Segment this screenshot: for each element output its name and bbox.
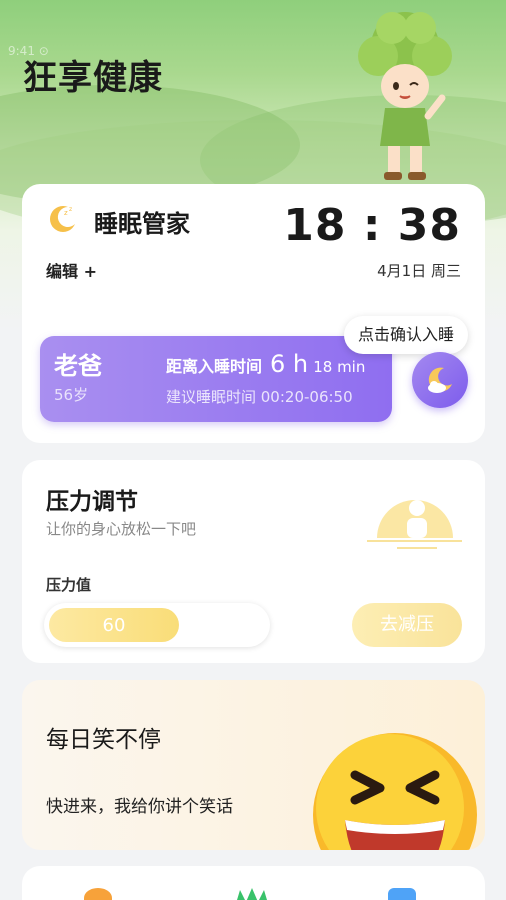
svg-text:z: z	[69, 206, 72, 213]
svg-text:z: z	[64, 209, 68, 217]
stress-value-bar: 60	[44, 603, 270, 647]
moon-cloud-icon	[428, 367, 452, 393]
leaf-icon[interactable]	[232, 886, 272, 900]
stress-value-label: 压力值	[46, 576, 92, 594]
sleep-card-title: 睡眠管家	[94, 210, 190, 238]
reduce-stress-button[interactable]: 去减压	[352, 603, 462, 647]
sleep-person-panel[interactable]: 老爸 56岁 距离入睡时间 6 h 18 min 建议睡眠时间 00:20-06:…	[40, 336, 392, 422]
joke-card-title: 每日笑不停	[46, 727, 161, 753]
laughing-emoji-icon	[313, 733, 477, 850]
countdown-hours: 6 h	[270, 350, 309, 378]
countdown-label: 距离入睡时间	[166, 357, 263, 376]
sleep-manager-card: z z 睡眠管家 编辑 + 18 : 38 4月1日 周三 老爸 56岁 距离入…	[22, 184, 485, 443]
stress-value-fill: 60	[49, 608, 179, 642]
shortcut-card	[22, 866, 485, 900]
joke-card-subtitle: 快进来，我给你讲个笑话	[46, 797, 233, 817]
shortcut-icon-blue[interactable]	[388, 888, 416, 900]
moon-icon: z z	[50, 206, 75, 232]
stress-value: 60	[102, 614, 126, 636]
edit-button[interactable]: 编辑 +	[46, 258, 97, 282]
shortcut-icon-orange[interactable]	[84, 888, 112, 900]
confirm-sleep-tooltip[interactable]: 点击确认入睡	[344, 316, 469, 354]
stress-relief-card: 压力调节 让你的身心放松一下吧 压力值 60 去减压	[22, 460, 485, 663]
daily-joke-card[interactable]: 每日笑不停 快进来，我给你讲个笑话	[22, 680, 485, 850]
countdown-minutes: 18 min	[313, 358, 366, 376]
page-title: 狂享健康	[23, 58, 163, 98]
stress-card-title: 压力调节	[46, 489, 138, 515]
sleep-countdown: 距离入睡时间 6 h 18 min	[166, 350, 365, 378]
confirm-sleep-button[interactable]	[412, 352, 468, 408]
suggested-sleep-time: 建议睡眠时间 00:20-06:50	[166, 388, 353, 406]
person-age: 56岁	[54, 386, 89, 404]
stress-card-subtitle: 让你的身心放松一下吧	[46, 520, 197, 538]
person-name: 老爸	[54, 352, 102, 380]
broccoli-mascot-illustration	[358, 12, 452, 180]
relax-person-illustration	[367, 499, 462, 549]
current-time: 18 : 38	[283, 200, 461, 251]
current-date: 4月1日 周三	[377, 262, 461, 280]
